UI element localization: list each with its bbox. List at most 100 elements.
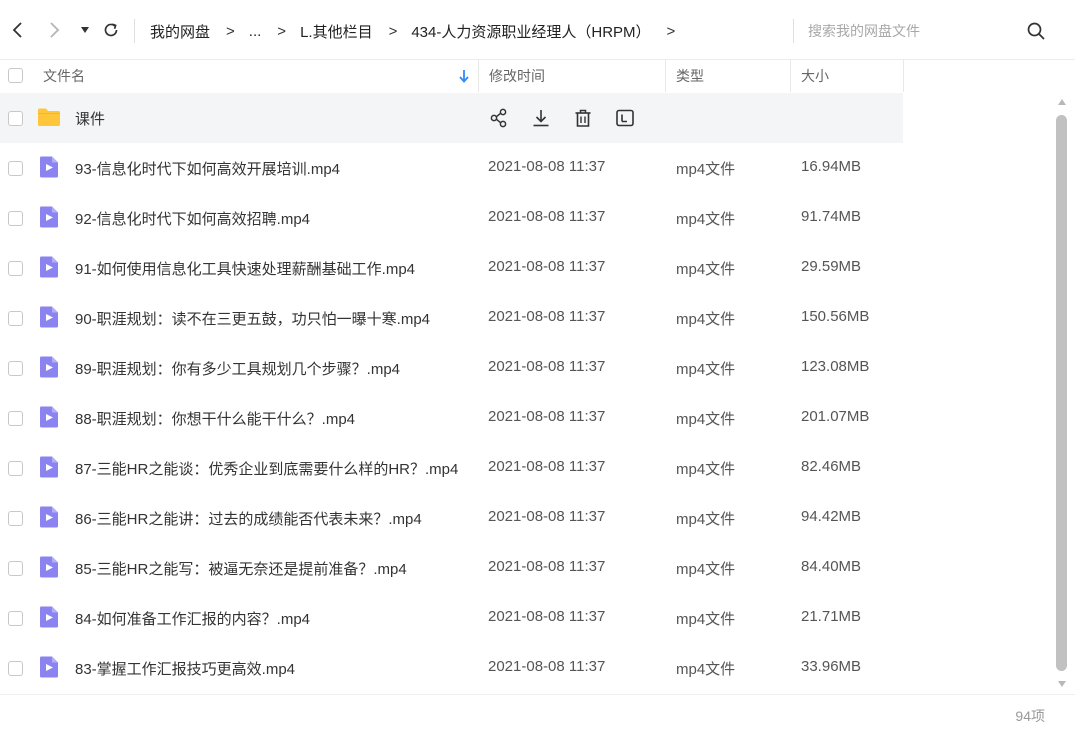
- breadcrumb-item-home[interactable]: 我的网盘: [150, 21, 210, 42]
- row-checkbox[interactable]: [8, 611, 23, 626]
- history-dropdown-button[interactable]: [76, 16, 94, 44]
- file-name[interactable]: 90-职涯规划：读不在三更五鼓，功只怕一曝十寒.mp4: [75, 308, 430, 329]
- file-modified: 2021-08-08 11:37: [488, 508, 606, 525]
- file-row[interactable]: 89-职涯规划：你有多少工具规划几个步骤？.mp4 2021-08-08 11:3…: [0, 343, 1055, 393]
- file-size: 94.42MB: [801, 508, 862, 525]
- rename-button[interactable]: [614, 107, 636, 129]
- column-header-name[interactable]: 文件名: [43, 60, 85, 92]
- file-modified: 2021-08-08 11:37: [488, 258, 606, 275]
- file-size: 84.40MB: [801, 558, 862, 575]
- breadcrumb: 我的网盘 > ... > L.其他栏目 > 434-人力资源职业经理人（HRPM…: [150, 20, 689, 42]
- file-name[interactable]: 84-如何准备工作汇报的内容？.mp4: [75, 608, 310, 629]
- chevron-left-icon: [12, 22, 22, 38]
- search-divider: [793, 19, 794, 43]
- video-file-icon: [40, 606, 58, 628]
- video-file-icon: [40, 256, 58, 278]
- file-type: mp4文件: [676, 261, 736, 278]
- row-checkbox[interactable]: [8, 111, 23, 126]
- row-actions: [488, 107, 636, 129]
- column-header-modified[interactable]: 修改时间: [489, 60, 545, 92]
- row-checkbox[interactable]: [8, 411, 23, 426]
- file-row[interactable]: 88-职涯规划：你想干什么能干什么？.mp4 2021-08-08 11:37 mp…: [0, 393, 1055, 443]
- row-checkbox[interactable]: [8, 511, 23, 526]
- folder-row[interactable]: 课件: [0, 93, 903, 143]
- file-type: mp4文件: [676, 361, 736, 378]
- video-file-icon: [40, 306, 58, 328]
- column-header-size[interactable]: 大小: [801, 60, 829, 92]
- file-size: 82.46MB: [801, 458, 862, 475]
- file-row[interactable]: 87-三能HR之能谈：优秀企业到底需要什么样的HR？.mp4 2021-08-08…: [0, 443, 1055, 493]
- file-size: 201.07MB: [801, 408, 870, 425]
- file-row[interactable]: 84-如何准备工作汇报的内容？.mp4 2021-08-08 11:37 mp4文件…: [0, 593, 1055, 643]
- file-type: mp4文件: [676, 161, 736, 178]
- file-name[interactable]: 课件: [75, 108, 105, 129]
- vertical-scrollbar[interactable]: [1055, 97, 1069, 691]
- row-checkbox[interactable]: [8, 461, 23, 476]
- delete-button[interactable]: [572, 107, 594, 129]
- video-file-icon: [40, 506, 58, 528]
- top-toolbar: 我的网盘 > ... > L.其他栏目 > 434-人力资源职业经理人（HRPM…: [0, 0, 1075, 60]
- file-name[interactable]: 92-信息化时代下如何高效招聘.mp4: [75, 208, 310, 229]
- column-header-type[interactable]: 类型: [676, 60, 704, 92]
- file-type: mp4文件: [676, 661, 736, 678]
- file-modified: 2021-08-08 11:37: [488, 408, 606, 425]
- scroll-down-arrow-icon[interactable]: [1058, 681, 1066, 687]
- item-count: 94项: [1015, 708, 1045, 724]
- share-button[interactable]: [488, 107, 510, 129]
- file-row[interactable]: 85-三能HR之能写：被逼无奈还是提前准备？.mp4 2021-08-08 11:…: [0, 543, 1055, 593]
- column-divider: [665, 60, 666, 92]
- file-modified: 2021-08-08 11:37: [488, 358, 606, 375]
- row-checkbox[interactable]: [8, 561, 23, 576]
- select-all-checkbox[interactable]: [8, 68, 23, 83]
- refresh-button[interactable]: [99, 16, 123, 44]
- search-icon[interactable]: [1025, 20, 1047, 42]
- file-type: mp4文件: [676, 211, 736, 228]
- breadcrumb-item-ellipsis[interactable]: ...: [249, 23, 262, 40]
- file-rows: 93-信息化时代下如何高效开展培训.mp4 2021-08-08 11:37 mp4…: [0, 143, 1055, 693]
- column-divider: [903, 60, 904, 92]
- breadcrumb-separator[interactable]: >: [667, 23, 676, 40]
- file-row[interactable]: 86-三能HR之能讲：过去的成绩能否代表未来？.mp4 2021-08-08 11…: [0, 493, 1055, 543]
- back-button[interactable]: [6, 16, 30, 44]
- file-name[interactable]: 89-职涯规划：你有多少工具规划几个步骤？.mp4: [75, 358, 400, 379]
- file-type: mp4文件: [676, 411, 736, 428]
- file-type: mp4文件: [676, 461, 736, 478]
- row-checkbox[interactable]: [8, 211, 23, 226]
- search-input[interactable]: [808, 18, 1008, 44]
- trash-icon: [575, 109, 591, 127]
- video-file-icon: [40, 556, 58, 578]
- row-checkbox[interactable]: [8, 261, 23, 276]
- file-name[interactable]: 87-三能HR之能谈：优秀企业到底需要什么样的HR？.mp4: [75, 458, 458, 479]
- breadcrumb-item-current[interactable]: 434-人力资源职业经理人（HRPM）: [411, 21, 650, 42]
- row-checkbox[interactable]: [8, 311, 23, 326]
- file-name[interactable]: 83-掌握工作汇报技巧更高效.mp4: [75, 658, 295, 679]
- file-name[interactable]: 85-三能HR之能写：被逼无奈还是提前准备？.mp4: [75, 558, 407, 579]
- file-modified: 2021-08-08 11:37: [488, 658, 606, 675]
- row-checkbox[interactable]: [8, 161, 23, 176]
- sort-down-arrow-icon[interactable]: [457, 68, 471, 84]
- row-checkbox[interactable]: [8, 661, 23, 676]
- file-name[interactable]: 93-信息化时代下如何高效开展培训.mp4: [75, 158, 340, 179]
- folder-icon: [38, 108, 60, 126]
- file-name[interactable]: 91-如何使用信息化工具快速处理薪酬基础工作.mp4: [75, 258, 415, 279]
- file-row[interactable]: 93-信息化时代下如何高效开展培训.mp4 2021-08-08 11:37 mp4…: [0, 143, 1055, 193]
- file-name[interactable]: 86-三能HR之能讲：过去的成绩能否代表未来？.mp4: [75, 508, 422, 529]
- toolbar-divider: [134, 19, 135, 43]
- video-file-icon: [40, 356, 58, 378]
- forward-button[interactable]: [42, 16, 66, 44]
- file-row[interactable]: 90-职涯规划：读不在三更五鼓，功只怕一曝十寒.mp4 2021-08-08 11…: [0, 293, 1055, 343]
- row-checkbox[interactable]: [8, 361, 23, 376]
- file-name[interactable]: 88-职涯规划：你想干什么能干什么？.mp4: [75, 408, 355, 429]
- scrollbar-thumb[interactable]: [1056, 115, 1067, 671]
- breadcrumb-separator: >: [226, 22, 235, 40]
- file-modified: 2021-08-08 11:37: [488, 458, 606, 475]
- video-file-icon: [40, 656, 58, 678]
- download-button[interactable]: [530, 107, 552, 129]
- file-modified: 2021-08-08 11:37: [488, 208, 606, 225]
- file-row[interactable]: 91-如何使用信息化工具快速处理薪酬基础工作.mp4 2021-08-08 11:…: [0, 243, 1055, 293]
- file-row[interactable]: 83-掌握工作汇报技巧更高效.mp4 2021-08-08 11:37 mp4文件 3…: [0, 643, 1055, 693]
- share-icon: [490, 108, 507, 128]
- breadcrumb-item-category[interactable]: L.其他栏目: [300, 21, 373, 42]
- file-row[interactable]: 92-信息化时代下如何高效招聘.mp4 2021-08-08 11:37 mp4文件…: [0, 193, 1055, 243]
- scroll-up-arrow-icon[interactable]: [1058, 99, 1066, 105]
